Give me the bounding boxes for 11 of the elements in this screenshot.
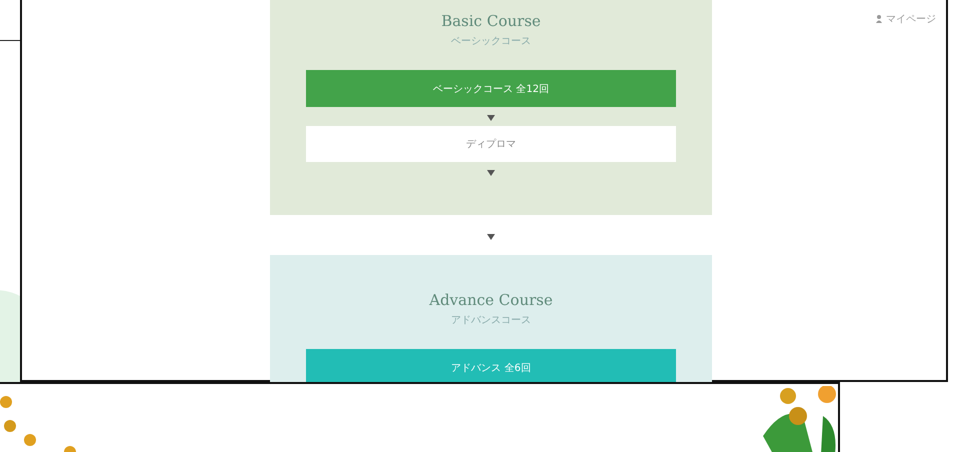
course-subtitle: アドバンスコース xyxy=(451,314,531,327)
arrow-down-icon xyxy=(487,115,495,121)
mypage-link[interactable]: マイページ xyxy=(886,12,936,26)
arrow-down-icon xyxy=(487,234,495,240)
course-step-button[interactable]: ディプロマ xyxy=(306,126,676,162)
course-subtitle: ベーシックコース xyxy=(451,35,531,48)
arrow-down-icon xyxy=(487,170,495,176)
course-title: Basic Course xyxy=(441,12,541,30)
course-title: Advance Course xyxy=(429,291,553,309)
course-step-button[interactable]: ベーシックコース 全12回 xyxy=(306,70,676,107)
person-icon xyxy=(876,15,882,23)
